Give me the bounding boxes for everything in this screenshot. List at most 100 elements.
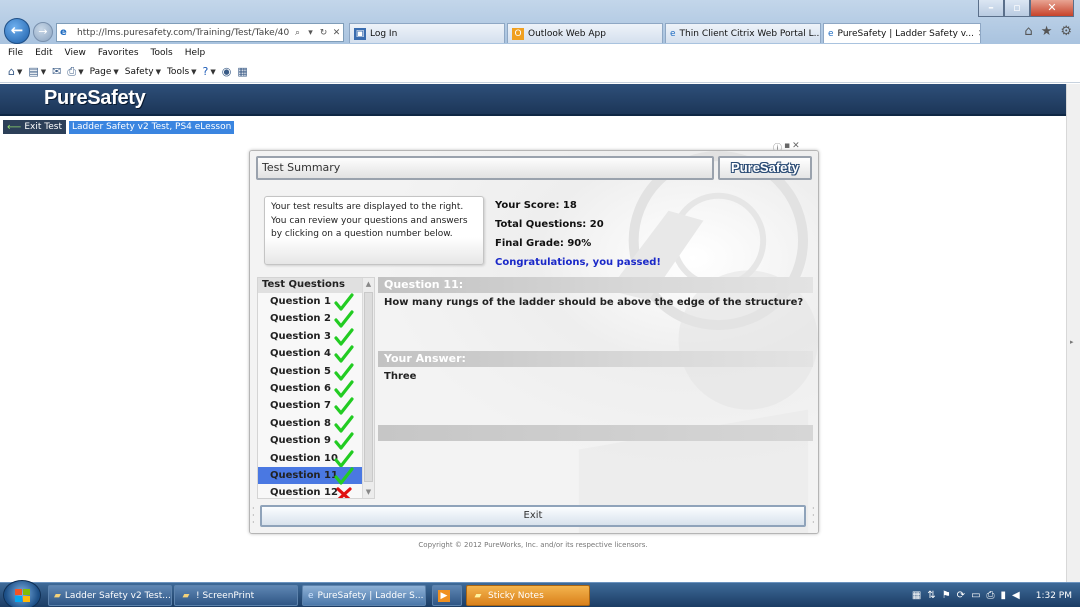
tab-label: Outlook Web App [528,28,606,39]
question-label: Question 2 [270,313,331,325]
puresafety-badge: PureSafety [718,156,812,180]
question-item[interactable]: Question 7 [258,397,364,415]
instructions-box: Your test results are displayed to the r… [264,196,484,265]
address-url[interactable]: http://lms.puresafety.com/Training/Test/… [77,28,291,38]
question-item[interactable]: Question 8 [258,415,364,433]
total-questions: Total Questions: 20 [495,219,604,230]
minimize-button[interactable]: – [978,0,1004,17]
feeds-command[interactable]: ▤ ▼ [28,65,46,78]
tab-citrix[interactable]: e Thin Client Citrix Web Portal L... [665,23,821,43]
menu-help[interactable]: Help [185,48,206,58]
sticky-note-icon: ▰ [474,590,482,601]
home-icon[interactable]: ⌂ [1024,24,1032,39]
stop-icon[interactable]: ✕ [330,28,343,38]
menu-tools[interactable]: Tools [151,48,173,58]
tab-label: Log In [370,28,398,39]
menu-bar: File Edit View Favorites Tools Help [0,44,1080,61]
scroll-down-icon[interactable]: ▼ [363,486,374,498]
menu-file[interactable]: File [8,48,23,58]
taskbar-item-label: Ladder Safety v2 Test... [64,590,171,601]
question-item[interactable]: Question 10 [258,449,364,468]
dialog-title: Test Summary [256,156,714,180]
office-icon[interactable]: ▦ [912,590,921,601]
mail-command[interactable]: ✉ [52,65,61,78]
question-label: Question 12 [270,487,338,499]
menu-edit[interactable]: Edit [35,48,52,58]
printer-icon[interactable]: ⎙ [987,590,995,601]
scroll-up-icon[interactable]: ▲ [363,278,374,290]
chevron-down-icon: ▼ [191,67,197,76]
question-item[interactable]: Question 2 [258,310,364,328]
test-summary-dialog: Test Summary PureSafety Your test result… [249,150,819,534]
translate-command[interactable]: ▦ [237,65,247,78]
eye-icon: ◉ [221,65,232,78]
chevron-down-icon: ▼ [155,67,161,76]
ie-page-icon: e [670,28,676,39]
refresh-icon[interactable]: ↻ [317,28,330,38]
question-label: Question 9 [270,435,331,447]
print-command[interactable]: ⎙ ▼ [67,65,83,79]
check-icon [334,397,354,415]
taskbar-item-puresafety[interactable]: e PureSafety | Ladder S... [302,585,426,606]
tools-command[interactable]: Tools ▼ [167,67,197,77]
forward-arrow-icon: → [38,25,48,38]
ie-icon: e [308,590,314,601]
scroll-thumb[interactable] [364,292,373,482]
sync-icon[interactable]: ⟳ [957,590,965,601]
close-tab-icon[interactable]: ✕ [974,29,980,39]
tab-outlook[interactable]: O Outlook Web App [507,23,663,43]
forward-button[interactable]: → [33,22,53,42]
taskbar-item-ladder-safety[interactable]: ▰ Ladder Safety v2 Test... [48,585,172,606]
question-text: How many rungs of the ladder should be a… [384,297,804,308]
back-arrow-icon: ⟵ [7,121,22,133]
tab-log-in[interactable]: ▣ Log In [349,23,505,43]
exit-button[interactable]: Exit [260,505,806,527]
tab-label: PureSafety | Ladder Safety v... [837,28,975,39]
gear-icon[interactable]: ⚙ [1060,24,1072,39]
monitor-icon[interactable]: ▭ [971,590,980,601]
address-bar[interactable]: e http://lms.puresafety.com/Training/Tes… [56,23,344,42]
restore-button[interactable]: ▫ [1004,0,1030,17]
favorites-star-icon[interactable]: ★ [1041,24,1053,39]
question-item[interactable]: Question 5 [258,362,364,381]
flag-icon[interactable]: ⚑ [942,590,951,601]
menu-view[interactable]: View [65,48,86,58]
search-icon[interactable]: ⌕ [291,28,304,38]
menu-favorites[interactable]: Favorites [98,48,139,58]
taskbar-item-screenprint[interactable]: ▰ ! ScreenPrint [174,585,298,606]
home-command[interactable]: ⌂ ▼ [8,65,22,78]
question-item[interactable]: Question 12 [258,484,364,499]
question-item[interactable]: Question 11 [258,466,364,485]
question-label: Question 7 [270,400,331,412]
volume-icon[interactable]: ◀ [1012,590,1020,601]
dropdown-icon[interactable]: ▾ [304,28,317,38]
question-item[interactable]: Question 1 [258,293,364,311]
research-command[interactable]: ◉ [222,65,232,78]
safety-command[interactable]: Safety ▼ [125,67,161,77]
taskbar-item-sticky-notes[interactable]: ▰ Sticky Notes [466,585,590,606]
question-item[interactable]: Question 6 [258,380,364,398]
page-command[interactable]: Page ▼ [90,67,119,77]
check-icon [334,328,354,346]
page-scrollbar[interactable]: ▸ [1066,84,1080,582]
ie-page-icon: e [60,26,67,38]
question-item[interactable]: Question 3 [258,328,364,346]
questions-scrollbar[interactable]: ▲ ▼ [362,278,374,498]
start-button[interactable] [3,580,41,607]
tab-puresafety[interactable]: e PureSafety | Ladder Safety v... ✕ [823,23,981,43]
folder-icon: ▰ [54,590,61,601]
question-band: Question 11: [378,277,813,293]
question-item[interactable]: Question 4 [258,345,364,363]
question-item[interactable]: Question 9 [258,432,364,450]
question-label: Question 4 [270,348,331,360]
network-icon[interactable]: ⇅ [927,590,935,601]
back-button[interactable]: ← [4,18,30,44]
close-button[interactable]: ✕ [1030,0,1074,17]
signal-icon[interactable]: ▮ [1001,590,1007,601]
exit-test-button[interactable]: ⟵ Exit Test [3,120,66,134]
clock[interactable]: 1:32 PM [1036,591,1072,601]
check-icon [334,380,354,398]
help-command[interactable]: ? ▼ [203,65,216,78]
folder-icon: ▰ [182,590,190,601]
taskbar-item-media[interactable]: ▶ [432,585,462,606]
